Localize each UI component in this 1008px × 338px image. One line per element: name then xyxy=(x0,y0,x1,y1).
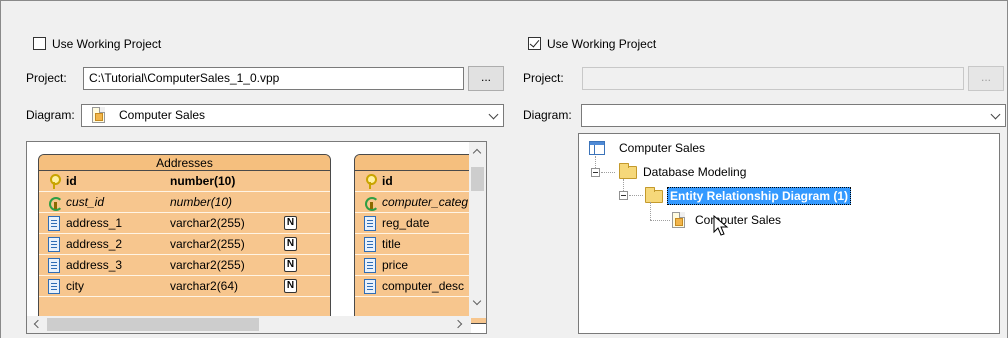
tree-line xyxy=(650,220,670,221)
primary-key-icon xyxy=(48,174,61,189)
column-icon xyxy=(48,216,60,231)
entity-row: cust_id number(10) xyxy=(39,192,330,213)
column-icon xyxy=(364,237,376,252)
project-icon xyxy=(589,141,605,155)
right-browse-button[interactable]: ... xyxy=(968,66,1004,91)
nullable-badge: N xyxy=(284,216,297,230)
preview-horizontal-scrollbar[interactable] xyxy=(27,316,471,333)
tree-line xyxy=(629,195,643,196)
entity-row: id xyxy=(355,171,486,192)
chevron-down-icon[interactable] xyxy=(488,109,499,120)
folder-icon xyxy=(619,163,637,179)
diagram-tree-popup: Computer Sales Database Modeling Entity … xyxy=(578,133,1000,334)
left-project-field[interactable]: C:\Tutorial\ComputerSales_1_0.vpp xyxy=(83,67,464,90)
entity-title: Addresses xyxy=(39,155,330,171)
right-project-field[interactable] xyxy=(582,67,964,90)
left-project-label: Project: xyxy=(26,71,67,85)
entity-title xyxy=(355,155,486,171)
chevron-down-icon[interactable] xyxy=(990,109,1001,120)
left-use-working-project-checkbox[interactable] xyxy=(33,37,46,50)
nullable-badge: N xyxy=(284,258,297,272)
entity-row: computer_desc xyxy=(355,276,486,297)
scroll-down-icon[interactable] xyxy=(472,296,482,306)
scroll-left-icon[interactable] xyxy=(33,319,43,329)
diagram-icon xyxy=(92,107,105,123)
column-icon xyxy=(48,258,60,273)
entity-row: price xyxy=(355,255,486,276)
right-use-working-project-checkbox[interactable] xyxy=(528,37,541,50)
left-diagram-combo[interactable]: Computer Sales xyxy=(81,104,504,127)
right-project-label: Project: xyxy=(523,71,564,85)
nullable-badge: N xyxy=(284,237,297,251)
primary-key-icon xyxy=(364,174,377,189)
right-diagram-combo[interactable] xyxy=(581,104,1006,127)
folder-open-icon xyxy=(645,187,663,203)
entity-addresses: Addresses id number(10) cust_id number(1… xyxy=(38,154,331,324)
foreign-key-icon xyxy=(364,195,379,211)
tree-line xyxy=(650,202,651,220)
left-diagram-value: Computer Sales xyxy=(119,108,206,122)
selected-tree-item-label: Entity Relationship Diagram (1) xyxy=(667,187,852,205)
right-use-working-project-label[interactable]: Use Working Project xyxy=(547,36,656,52)
entity-computers: id computer_categ reg_date title price c… xyxy=(354,154,486,324)
diagram-icon xyxy=(672,212,685,228)
entity-row: address_2 varchar2(255) N xyxy=(39,234,330,255)
foreign-key-icon xyxy=(48,195,63,211)
entity-row: reg_date xyxy=(355,213,486,234)
left-diagram-label: Diagram: xyxy=(26,108,75,122)
entity-row: title xyxy=(355,234,486,255)
entity-row: id number(10) xyxy=(39,171,330,192)
vertical-scroll-thumb[interactable] xyxy=(471,167,484,191)
entity-row: city varchar2(64) N xyxy=(39,276,330,297)
entity-row: address_1 varchar2(255) N xyxy=(39,213,330,234)
left-browse-button[interactable]: ... xyxy=(468,66,504,91)
dialog-frame: Use Working Project Project: C:\Tutorial… xyxy=(0,0,1008,338)
column-icon xyxy=(364,216,376,231)
entity-row: address_3 varchar2(255) N xyxy=(39,255,330,276)
column-icon xyxy=(364,258,376,273)
right-diagram-label: Diagram: xyxy=(523,108,572,122)
tree-line xyxy=(623,179,624,191)
collapse-icon[interactable] xyxy=(619,191,628,200)
horizontal-scroll-thumb[interactable] xyxy=(47,318,259,331)
preview-vertical-scrollbar[interactable] xyxy=(469,142,486,318)
tree-line xyxy=(601,172,615,173)
mouse-pointer-icon xyxy=(713,215,729,236)
left-use-working-project-label[interactable]: Use Working Project xyxy=(52,36,161,52)
entity-row: computer_categ xyxy=(355,192,486,213)
scroll-right-icon[interactable] xyxy=(453,319,463,329)
column-icon xyxy=(364,279,376,294)
diagram-preview: Addresses id number(10) cust_id number(1… xyxy=(26,141,487,334)
column-icon xyxy=(48,237,60,252)
scroll-up-icon[interactable] xyxy=(472,148,482,158)
column-icon xyxy=(48,279,60,294)
collapse-icon[interactable] xyxy=(591,168,600,177)
nullable-badge: N xyxy=(284,279,297,293)
